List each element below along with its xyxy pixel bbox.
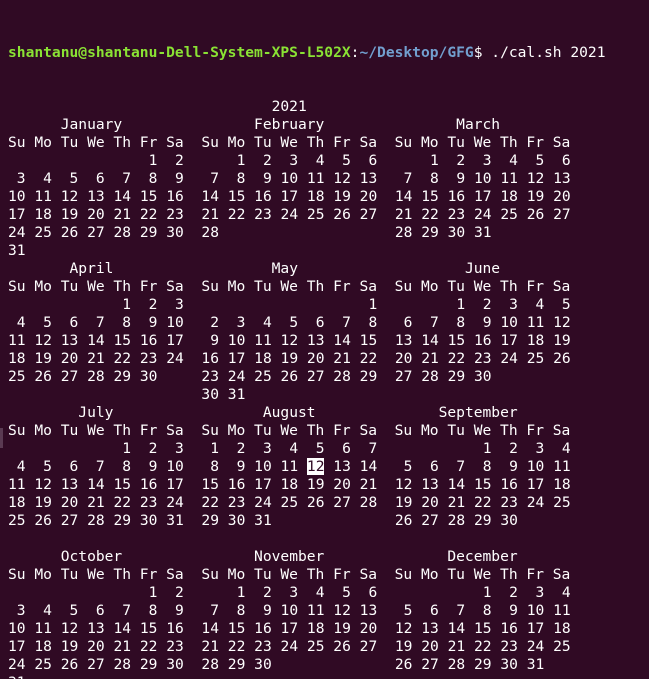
month-name: August	[262, 404, 316, 421]
week-line: 4 5 6 7 8 9 10 8 9 10 11 12 13 14 5 6 7 …	[8, 458, 571, 475]
prompt-dollar: $	[473, 44, 492, 61]
week-line	[8, 530, 649, 548]
weekday-header: Su Mo Tu We Th Fr Sa	[201, 422, 378, 439]
weekday-header-line: Su Mo Tu We Th Fr Sa Su Mo Tu We Th Fr S…	[8, 422, 649, 440]
month-name: October	[60, 548, 123, 565]
weekday-header: Su Mo Tu We Th Fr Sa	[394, 422, 571, 439]
weekday-header: Su Mo Tu We Th Fr Sa	[8, 566, 184, 583]
weekday-header-line: Su Mo Tu We Th Fr Sa Su Mo Tu We Th Fr S…	[8, 134, 649, 152]
terminal-window[interactable]: shantanu@shantanu-Dell-System-XPS-L502X:…	[0, 0, 649, 679]
prompt-user-host: shantanu@shantanu-Dell-System-XPS-L502X	[8, 44, 351, 61]
week-line: 18 19 20 21 22 23 24 16 17 18 19 20 21 2…	[8, 350, 571, 367]
month-name: April	[69, 260, 114, 277]
month-header-line: January February March	[8, 116, 649, 134]
weekday-header-line: Su Mo Tu We Th Fr Sa Su Mo Tu We Th Fr S…	[8, 278, 649, 296]
month-name: January	[60, 116, 123, 133]
prompt-line: shantanu@shantanu-Dell-System-XPS-L502X:…	[8, 44, 649, 62]
weekday-header: Su Mo Tu We Th Fr Sa	[8, 134, 184, 151]
calendar-output: 2021 January February March Su Mo Tu We …	[8, 98, 649, 679]
month-name: November	[254, 548, 325, 565]
week-line: 24 25 26 27 28 29 30 28 29 30 26 27 28 2…	[8, 656, 545, 673]
calendar-year: 2021	[271, 98, 307, 115]
week-line: 25 26 27 28 29 30 23 24 25 26 27 28 29 2…	[8, 368, 492, 385]
week-line: 18 19 20 21 22 23 24 22 23 24 25 26 27 2…	[8, 494, 571, 511]
year-line: 2021	[8, 98, 649, 116]
month-header-line: July August September	[8, 404, 649, 422]
week-line: 11 12 13 14 15 16 17 15 16 17 18 19 20 2…	[8, 476, 571, 493]
week-line: 24 25 26 27 28 29 30 28 28 29 30 31	[8, 224, 492, 241]
weekday-header: Su Mo Tu We Th Fr Sa	[394, 278, 571, 295]
weekday-header: Su Mo Tu We Th Fr Sa	[201, 566, 378, 583]
week-line: 3 4 5 6 7 8 9 7 8 9 10 11 12 13 5 6 7 8 …	[8, 602, 571, 619]
weekday-header: Su Mo Tu We Th Fr Sa	[8, 422, 184, 439]
month-name: March	[456, 116, 501, 133]
week-line: 31	[8, 674, 649, 679]
weekday-header-line: Su Mo Tu We Th Fr Sa Su Mo Tu We Th Fr S…	[8, 566, 649, 584]
week-line: 17 18 19 20 21 22 23 21 22 23 24 25 26 2…	[8, 638, 571, 655]
week-line: 30 31	[201, 386, 246, 403]
week-line: 4 5 6 7 8 9 10 2 3 4 5 6 7 8 6 7 8 9 10 …	[8, 314, 571, 331]
week-line: 25 26 27 28 29 30 31 29 30 31 26 27 28 2…	[8, 512, 518, 529]
weekday-header: Su Mo Tu We Th Fr Sa	[201, 134, 378, 151]
weekday-header: Su Mo Tu We Th Fr Sa	[394, 134, 571, 151]
month-name: May	[271, 260, 298, 277]
prompt-path: ~/Desktop/GFG	[359, 44, 474, 61]
month-name: June	[464, 260, 501, 277]
week-line: 31	[8, 242, 26, 259]
window-edge-handle[interactable]	[0, 428, 3, 448]
weekday-header: Su Mo Tu We Th Fr Sa	[201, 278, 378, 295]
week-line: 17 18 19 20 21 22 23 21 22 23 24 25 26 2…	[8, 206, 571, 223]
today-highlight: 12	[306, 458, 325, 475]
month-name: December	[447, 548, 518, 565]
week-line: 1 2 1 2 3 4 5 6 1 2 3 4	[139, 584, 571, 601]
month-header-line: October November December	[8, 548, 649, 566]
month-name: July	[78, 404, 114, 421]
week-line: 3 4 5 6 7 8 9 7 8 9 10 11 12 13 7 8 9 10…	[8, 170, 571, 187]
week-line: 10 11 12 13 14 15 16 14 15 16 17 18 19 2…	[8, 188, 571, 205]
month-name: September	[438, 404, 518, 421]
weekday-header: Su Mo Tu We Th Fr Sa	[8, 278, 184, 295]
week-line: 1 2 1 2 3 4 5 6 1 2 3 4 5 6	[139, 152, 571, 169]
weekday-header: Su Mo Tu We Th Fr Sa	[394, 566, 571, 583]
week-line: 1 2 3 1 1 2 3 4 5	[113, 296, 571, 313]
month-name: February	[254, 116, 325, 133]
week-line: 10 11 12 13 14 15 16 14 15 16 17 18 19 2…	[8, 620, 571, 637]
week-line: 11 12 13 14 15 16 17 9 10 11 12 13 14 15…	[8, 332, 571, 349]
week-line: 1 2 3 1 2 3 4 5 6 7 1 2 3 4	[113, 440, 571, 457]
month-header-line: April May June	[8, 260, 649, 278]
prompt-command: ./cal.sh 2021	[491, 44, 606, 61]
